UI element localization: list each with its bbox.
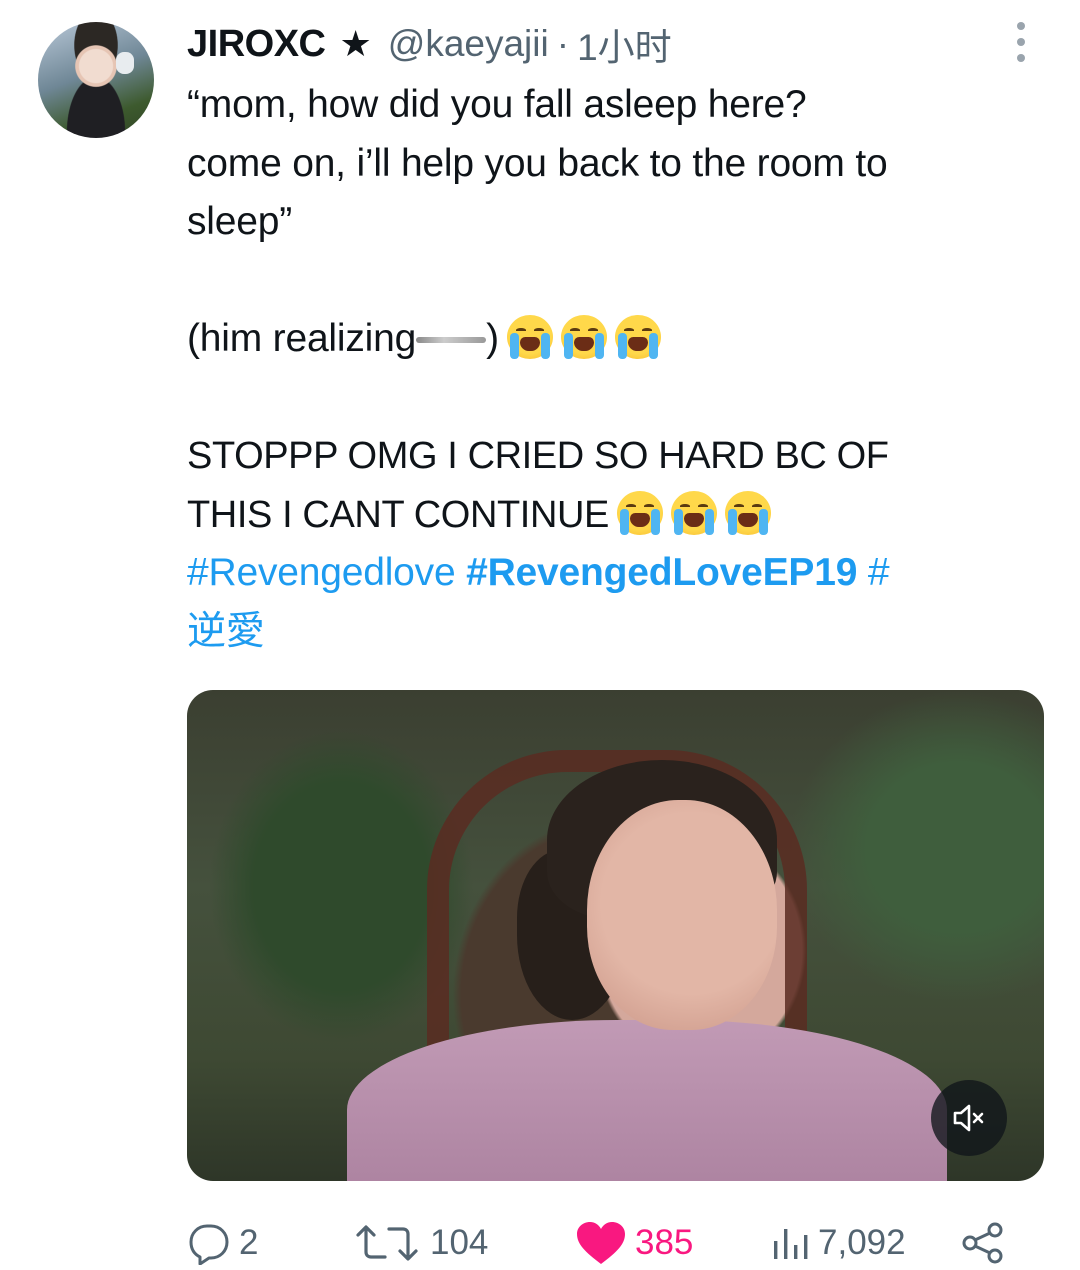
tweet-text-line: STOPPP OMG I CRIED SO HARD BC OF xyxy=(187,435,889,477)
video-frame-face xyxy=(587,800,777,1030)
hashtag-link[interactable]: #RevengedLoveEP19 xyxy=(466,551,857,594)
star-badge-icon: ★ xyxy=(339,23,372,64)
tweet-action-bar: 2 104 385 7,092 xyxy=(187,1213,1017,1270)
separator-dot: · xyxy=(556,23,570,64)
tweet-text-fragment: THIS I CANT CONTINUE xyxy=(187,493,609,536)
tweet-video[interactable] xyxy=(187,690,1044,1181)
tweet-text-line: “mom, how did you fall asleep here? xyxy=(187,83,807,126)
heart-icon xyxy=(577,1222,625,1264)
crying-face-icon xyxy=(617,490,663,535)
views-button[interactable]: 7,092 xyxy=(770,1213,906,1270)
scribble-arrow-icon xyxy=(416,319,487,357)
views-icon xyxy=(774,1229,808,1259)
retweet-button[interactable]: 104 xyxy=(352,1213,488,1270)
retweet-count: 104 xyxy=(430,1223,489,1262)
volume-muted-icon[interactable] xyxy=(931,1080,1007,1156)
hashtag-link[interactable]: 逆愛 xyxy=(187,610,265,653)
tweet-text-line: come on, i’ll help you back to the room … xyxy=(187,141,888,185)
tweet-text-fragment: (him realizing xyxy=(187,317,417,360)
crying-face-icon xyxy=(506,315,553,359)
like-button[interactable]: 385 xyxy=(575,1213,693,1270)
tweet-header: JIROXC ★ @kaeyajii · 1小时 xyxy=(187,22,672,69)
reply-count: 2 xyxy=(239,1223,259,1262)
hashtag-link[interactable]: # xyxy=(868,551,890,594)
reply-button[interactable]: 2 xyxy=(187,1213,258,1270)
tweet-timestamp[interactable]: 1小时 xyxy=(577,17,672,71)
tweet-text: “mom, how did you fall asleep here? come… xyxy=(187,76,1047,661)
tweet-text-line: sleep” xyxy=(187,200,293,243)
retweet-icon xyxy=(356,1225,418,1261)
crying-face-icon xyxy=(671,490,717,535)
author-display-name[interactable]: JIROXC xyxy=(187,23,326,66)
reply-icon xyxy=(189,1224,229,1265)
tweet-text-line: THIS I CANT CONTINUE xyxy=(187,486,1047,545)
hashtag-line: #Revengedlove #RevengedLoveEP19 # xyxy=(187,544,1047,603)
hashtag-link[interactable]: #Revengedlove xyxy=(187,551,456,594)
author-handle[interactable]: @kaeyajii xyxy=(388,23,549,65)
more-options-icon[interactable] xyxy=(1011,22,1031,62)
view-count: 7,092 xyxy=(818,1223,906,1262)
share-icon xyxy=(962,1222,1003,1264)
video-frame-person xyxy=(347,1020,947,1181)
tweet-text-fragment: ) xyxy=(486,317,499,360)
like-count: 385 xyxy=(635,1223,694,1262)
hashtag-line: 逆愛 xyxy=(187,603,1047,662)
tweet-text-line: (him realizing) xyxy=(187,310,1047,369)
crying-face-icon xyxy=(560,315,607,359)
crying-face-icon xyxy=(725,490,771,535)
author-avatar[interactable] xyxy=(38,22,154,138)
crying-face-icon xyxy=(614,315,661,359)
share-button[interactable] xyxy=(961,1213,1005,1270)
